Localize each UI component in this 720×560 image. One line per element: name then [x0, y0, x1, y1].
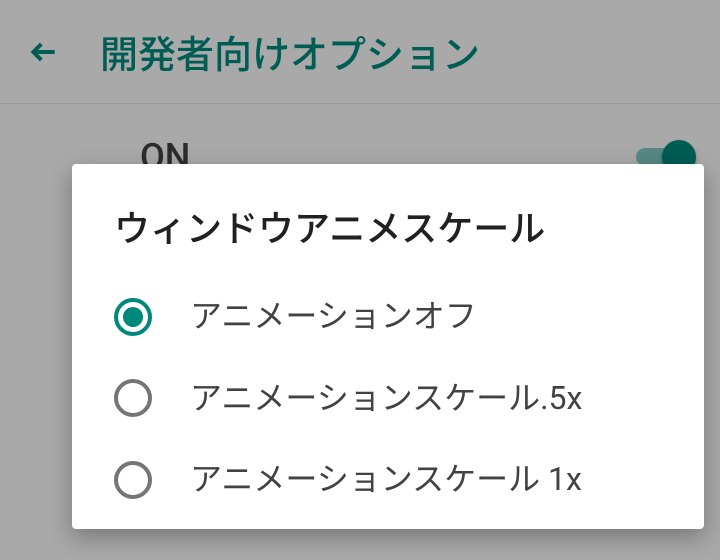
radio-button [114, 461, 152, 499]
radio-label: アニメーションオフ [190, 296, 477, 338]
radio-label: アニメーションスケール.5x [190, 378, 582, 420]
radio-button [114, 379, 152, 417]
dialog-title: ウィンドウアニメスケール [72, 164, 704, 276]
radio-label: アニメーションスケール 1x [190, 459, 582, 501]
radio-option-1x[interactable]: アニメーションスケール 1x [72, 439, 704, 521]
radio-option-0-5x[interactable]: アニメーションスケール.5x [72, 358, 704, 440]
animation-scale-dialog: ウィンドウアニメスケール アニメーションオフ アニメーションスケール.5x アニ… [72, 164, 704, 529]
radio-option-off[interactable]: アニメーションオフ [72, 276, 704, 358]
radio-button [114, 298, 152, 336]
